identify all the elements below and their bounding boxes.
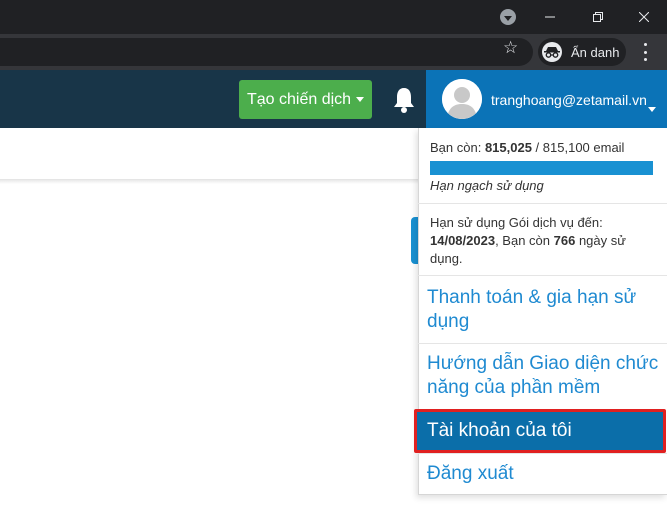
create-campaign-label: Tạo chiến dịch	[247, 90, 352, 108]
restore-button[interactable]	[575, 0, 621, 34]
user-email[interactable]: tranghoang@zetamail.vn	[491, 92, 647, 108]
close-window-button[interactable]	[621, 0, 667, 34]
create-campaign-button[interactable]: Tạo chiến dịch	[239, 80, 372, 119]
menu-item-billing[interactable]: Thanh toán & gia hạn sử dụng	[427, 286, 663, 334]
quota-text: Bạn còn: 815,025 / 815,100 email	[430, 140, 624, 155]
bookmark-star-icon[interactable]: ☆	[503, 39, 518, 57]
address-bar[interactable]	[0, 38, 533, 66]
user-menu-chevron-down-icon[interactable]	[648, 99, 656, 117]
expiry-middle: , Bạn còn	[495, 233, 554, 248]
minimize-button[interactable]	[527, 0, 573, 34]
expiry-date: 14/08/2023	[430, 233, 496, 248]
browser-toolbar: ☆ Ẩn danh	[0, 34, 667, 70]
notification-bell-icon[interactable]	[392, 86, 416, 114]
page-subheader	[0, 128, 418, 180]
quota-remaining: 815,025	[484, 140, 532, 155]
menu-divider	[418, 453, 667, 454]
quota-prefix: Bạn còn:	[430, 140, 485, 155]
incognito-label: Ẩn danh	[571, 44, 620, 60]
menu-item-guide[interactable]: Hướng dẫn Giao diện chức năng của phần m…	[427, 352, 663, 400]
quota-separator: /	[531, 140, 543, 155]
menu-item-logout[interactable]: Đăng xuất	[427, 462, 663, 486]
days-left: 766	[553, 233, 576, 248]
incognito-chip[interactable]: Ẩn danh	[538, 38, 626, 66]
browser-titlebar	[0, 0, 667, 34]
menu-divider	[418, 343, 667, 344]
avatar[interactable]	[442, 79, 482, 119]
menu-divider	[418, 275, 667, 276]
restore-icon	[593, 12, 603, 22]
menu-item-my-account[interactable]: Tài khoản của tôi	[414, 409, 666, 453]
quota-caption: Hạn ngạch sử dụng	[430, 178, 544, 193]
tab-search-icon[interactable]	[500, 9, 516, 25]
close-icon	[639, 12, 649, 22]
subheader-shadow	[0, 180, 418, 184]
quota-progress-bar	[430, 161, 653, 175]
menu-divider	[418, 203, 667, 204]
minimize-icon	[545, 16, 555, 18]
incognito-icon	[542, 42, 562, 62]
expiry-text: Hạn sử dụng Gói dịch vụ đến: 14/08/2023, …	[430, 214, 658, 268]
expiry-prefix: Hạn sử dụng Gói dịch vụ đến:	[430, 215, 603, 230]
menu-item-my-account-label: Tài khoản của tôi	[427, 420, 572, 441]
chevron-down-icon	[356, 97, 365, 102]
quota-total: 815,100 email	[542, 140, 625, 155]
quota-progress-fill	[430, 161, 653, 175]
browser-menu-icon[interactable]	[640, 43, 650, 61]
